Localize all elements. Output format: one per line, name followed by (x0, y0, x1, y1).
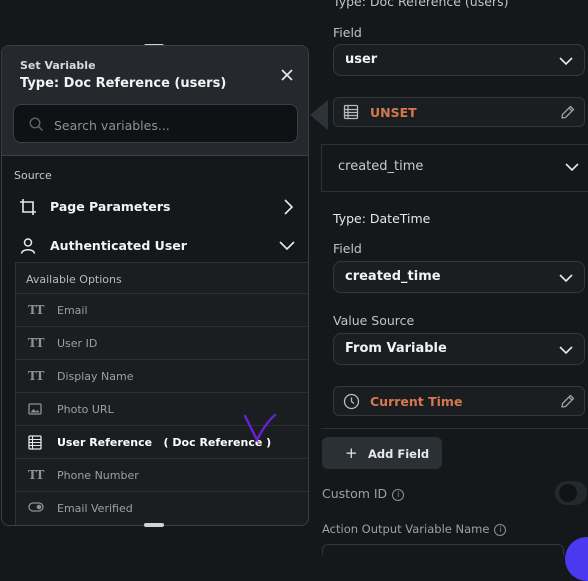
edit-icon[interactable] (559, 104, 576, 121)
field-label: Field (333, 241, 362, 256)
info-icon: i (494, 523, 507, 536)
field-dropdown-user[interactable]: user (333, 44, 585, 76)
text-type-icon: TT (28, 303, 44, 317)
value-text: Current Time (370, 394, 463, 409)
option-label: Email Verified (57, 502, 133, 515)
add-field-button[interactable]: + Add Field (322, 437, 442, 469)
option-label: Display Name (57, 370, 134, 383)
table-icon (343, 104, 359, 120)
value-source-value: From Variable (345, 341, 447, 356)
field-dropdown-created-time[interactable]: created_time (333, 261, 585, 293)
set-variable-popup: Set Variable Type: Doc Reference (users)… (1, 45, 309, 526)
search-input[interactable] (52, 115, 286, 135)
clock-icon (343, 393, 360, 410)
source-label: Source (14, 169, 52, 182)
popup-title: Type: Doc Reference (users) (20, 76, 227, 91)
option-phone-number[interactable]: TT Phone Number (16, 458, 308, 491)
chevron-down-icon (559, 274, 573, 283)
text-type-icon: TT (28, 336, 44, 350)
check-annotation-mark (243, 413, 277, 443)
chevron-down-icon (565, 163, 579, 172)
resize-handle-bottom[interactable] (144, 523, 164, 527)
custom-id-text: Custom ID (322, 486, 388, 501)
search-icon (29, 117, 44, 132)
text-type-icon: TT (28, 369, 44, 383)
chevron-down-icon (279, 241, 295, 251)
edit-icon[interactable] (559, 393, 576, 410)
custom-id-toggle[interactable] (555, 481, 587, 505)
crop-icon (20, 199, 36, 215)
toggle-icon (28, 502, 44, 512)
available-options-list: Available Options TT Email TT User ID TT… (15, 262, 308, 525)
chevron-right-icon (284, 199, 294, 215)
field-dropdown-value: created_time (345, 269, 441, 284)
field-label: Field (333, 25, 362, 40)
value-text: UNSET (370, 105, 417, 120)
option-label: Email (57, 304, 88, 317)
type-label: Type: DateTime (333, 211, 431, 226)
section-title: created_time (338, 159, 424, 174)
add-field-label: Add Field (368, 447, 430, 461)
option-display-name[interactable]: TT Display Name (16, 359, 308, 392)
source-authenticated-user[interactable]: Authenticated User (2, 228, 308, 264)
option-label: User Reference ( Doc Reference ) (57, 436, 272, 449)
action-output-text: Action Output Variable Name (322, 522, 490, 536)
type-label-clipped: Type: Doc Reference (users) (333, 0, 509, 9)
info-icon: i (392, 488, 405, 501)
popup-title-small: Set Variable (20, 59, 96, 72)
search-box[interactable] (13, 104, 298, 143)
image-icon (28, 403, 42, 415)
value-source-dropdown[interactable]: From Variable (333, 333, 585, 365)
option-email-verified[interactable]: Email Verified (16, 491, 308, 524)
value-source-label: Value Source (333, 313, 415, 328)
person-icon (20, 238, 36, 254)
value-box-unset[interactable]: UNSET (333, 97, 585, 127)
option-email[interactable]: TT Email (16, 293, 308, 326)
option-label: User ID (57, 337, 98, 350)
text-type-icon: TT (28, 468, 44, 482)
chevron-down-icon (559, 57, 573, 66)
chevron-down-icon (559, 346, 573, 355)
popup-pointer (310, 100, 328, 130)
source-label: Authenticated User (50, 238, 187, 253)
source-label: Page Parameters (50, 199, 171, 214)
option-label: Phone Number (57, 469, 139, 482)
toggle-knob (559, 484, 577, 502)
option-label: Photo URL (57, 403, 114, 416)
custom-id-label: Custom ID i (322, 486, 405, 501)
available-options-label: Available Options (26, 273, 122, 286)
plus-icon: + (345, 444, 358, 462)
table-icon (28, 435, 42, 450)
field-dropdown-value: user (345, 52, 378, 67)
close-icon[interactable] (279, 67, 295, 83)
action-output-label: Action Output Variable Name i (322, 522, 507, 536)
divider (321, 428, 588, 429)
created-time-section-header[interactable]: created_time (321, 144, 588, 192)
popup-header: Set Variable Type: Doc Reference (users) (2, 46, 308, 156)
value-box-current-time[interactable]: Current Time (333, 386, 585, 416)
source-page-parameters[interactable]: Page Parameters (2, 189, 308, 225)
action-config-panel: Type: Doc Reference (users) Field user U… (310, 0, 588, 555)
option-user-id[interactable]: TT User ID (16, 326, 308, 359)
